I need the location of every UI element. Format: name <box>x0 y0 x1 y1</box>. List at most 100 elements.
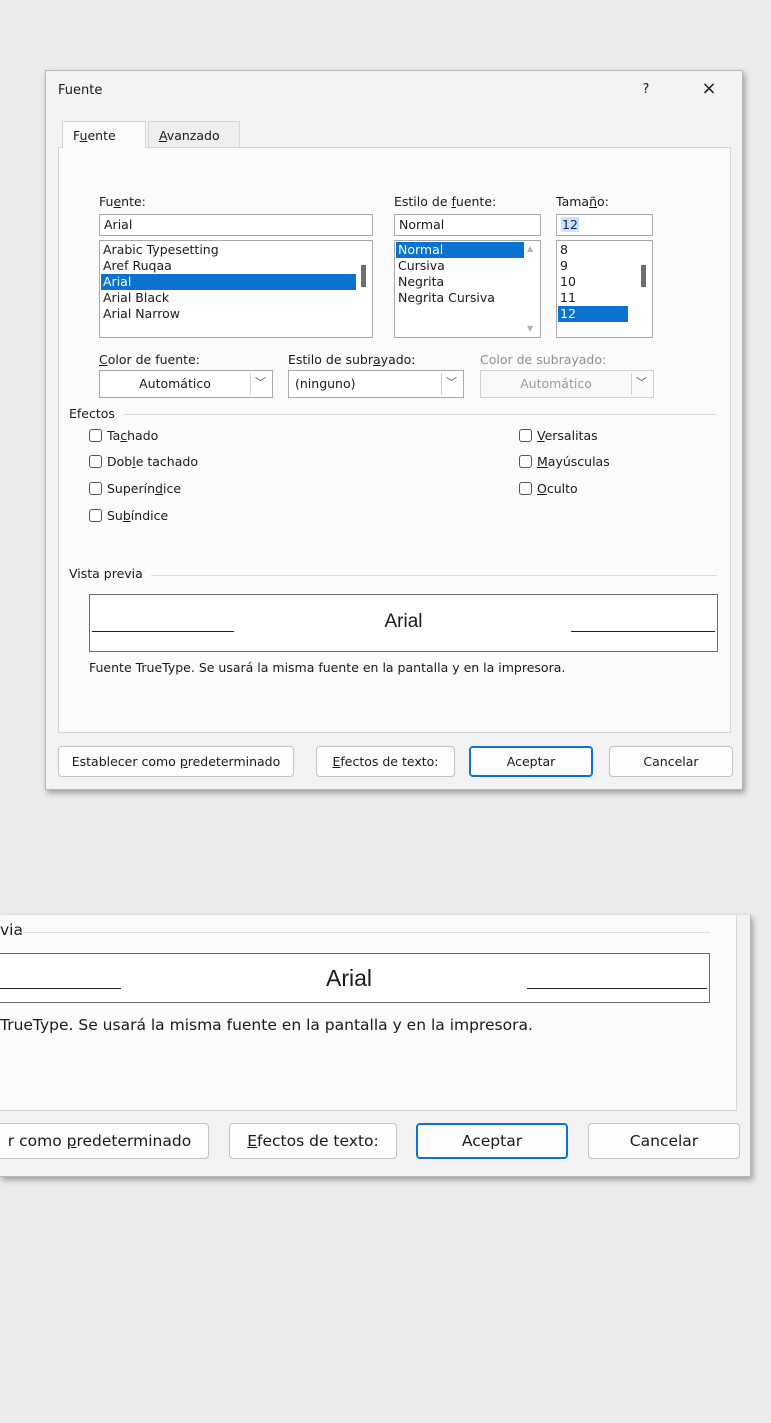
zoomed-ok-button[interactable]: Aceptar <box>416 1123 568 1159</box>
list-item[interactable]: Cursiva <box>396 258 524 274</box>
superscript-checkbox[interactable]: Superíndice <box>89 480 181 498</box>
checkbox-label-key: d <box>155 481 163 496</box>
list-item-selected[interactable]: 12 <box>558 306 628 322</box>
underline-style-select[interactable]: (ninguno) ﹀ <box>288 370 464 398</box>
checkbox-label-key: O <box>537 481 547 496</box>
font-size-list[interactable]: 8 9 10 11 12 <box>556 240 653 338</box>
list-item[interactable]: 8 <box>558 242 628 258</box>
scroll-down-icon[interactable]: ▼ <box>527 324 533 334</box>
list-item[interactable]: 10 <box>558 274 628 290</box>
font-name-list[interactable]: Arabic Typesetting Aref Ruqaa Arial Aria… <box>99 240 373 338</box>
checkbox-box[interactable] <box>89 482 102 495</box>
underline-color-select: Automático ﹀ <box>480 370 654 398</box>
button-label-key: E <box>247 1132 258 1150</box>
checkbox-label-post: hado <box>127 428 159 443</box>
style-list-scrollbar[interactable]: ▲ ▼ <box>524 241 540 337</box>
scroll-up-icon[interactable]: ▲ <box>527 244 533 254</box>
tab-font[interactable]: Fuente <box>62 121 146 148</box>
font-dialog: Fuente ? × Fuente Avanzado Fuente: Arial… <box>45 70 743 790</box>
font-label-pre: Fu <box>99 194 114 209</box>
zoomed-preview-divider <box>20 932 710 933</box>
double-strikethrough-checkbox[interactable]: Doble tachado <box>89 453 198 471</box>
zoomed-panel: via Arial TrueType. Se usará la misma fu… <box>0 915 737 1111</box>
tab-advanced-label-key: A <box>159 128 167 143</box>
list-item[interactable]: Negrita Cursiva <box>396 290 524 306</box>
preview-box: Arial <box>89 594 718 652</box>
font-color-label: Color de fuente: <box>99 352 200 367</box>
list-item[interactable]: 9 <box>558 258 628 274</box>
zoomed-text-effects-button[interactable]: Efectos de texto: <box>229 1123 397 1159</box>
font-size-label-pre: Tama <box>556 194 590 209</box>
preview-note: Fuente TrueType. Se usará la misma fuent… <box>89 660 566 675</box>
cancel-button[interactable]: Cancelar <box>609 746 733 777</box>
list-item[interactable]: Arabic Typesetting <box>101 242 356 258</box>
underline-style-label-pre: Estilo de subr <box>288 352 373 367</box>
effects-title: Efectos <box>69 406 115 421</box>
checkbox-box[interactable] <box>89 429 102 442</box>
list-item[interactable]: Negrita <box>396 274 524 290</box>
size-list-scrollbar[interactable] <box>636 241 652 337</box>
underline-style-label-key: a <box>373 352 381 367</box>
subscript-checkbox[interactable]: Subíndice <box>89 507 168 525</box>
chevron-down-icon: ﹀ <box>631 373 651 395</box>
preview-title: Vista previa <box>69 566 143 581</box>
preview-divider <box>151 575 717 576</box>
zoomed-preview-crop: via Arial TrueType. Se usará la misma fu… <box>0 915 751 1177</box>
close-icon[interactable]: × <box>696 77 722 101</box>
chevron-down-icon[interactable]: ﹀ <box>250 373 270 395</box>
font-label: Fuente: <box>99 194 146 209</box>
checkbox-box[interactable] <box>89 455 102 468</box>
checkbox-box[interactable] <box>519 455 532 468</box>
checkbox-box[interactable] <box>519 429 532 442</box>
underline-style-label: Estilo de subrayado: <box>288 352 416 367</box>
font-list-scrollbar[interactable] <box>356 241 372 337</box>
font-size-input[interactable]: 12 <box>556 214 653 236</box>
list-item-selected[interactable]: Normal <box>396 242 524 258</box>
checkbox-label-post: ersalitas <box>544 428 598 443</box>
font-style-input[interactable]: Normal <box>394 214 541 236</box>
checkbox-label-pre: Dob <box>107 454 133 469</box>
strikethrough-checkbox[interactable]: Tachado <box>89 427 158 445</box>
font-name-input[interactable]: Arial <box>99 214 373 236</box>
zoomed-preview-title: via <box>0 921 23 939</box>
font-style-list[interactable]: Normal Cursiva Negrita Negrita Cursiva ▲… <box>394 240 541 338</box>
zoomed-cancel-button[interactable]: Cancelar <box>588 1123 740 1159</box>
zoomed-set-as-default-button[interactable]: r como predeterminado <box>0 1123 209 1159</box>
font-size-label-post: o: <box>597 194 609 209</box>
hidden-checkbox[interactable]: Oculto <box>519 480 578 498</box>
text-effects-button[interactable]: Efectos de texto: <box>316 746 455 777</box>
ok-button[interactable]: Aceptar <box>469 746 593 777</box>
font-color-label-key: C <box>99 352 108 367</box>
list-item[interactable]: Aref Ruqaa <box>101 258 356 274</box>
font-label-post: nte: <box>121 194 146 209</box>
chevron-down-icon[interactable]: ﹀ <box>441 373 461 395</box>
scrollbar-thumb[interactable] <box>361 265 366 287</box>
tab-advanced[interactable]: Avanzado <box>148 121 240 148</box>
scrollbar-thumb[interactable] <box>641 265 646 287</box>
font-style-label: Estilo de fuente: <box>394 194 496 209</box>
checkbox-label-key: M <box>537 454 548 469</box>
checkbox-box[interactable] <box>89 509 102 522</box>
checkbox-box[interactable] <box>519 482 532 495</box>
button-label-key: p <box>179 754 188 769</box>
checkbox-label-post: culto <box>546 481 578 496</box>
list-item[interactable]: Arial Black <box>101 290 356 306</box>
help-button[interactable]: ? <box>636 79 656 101</box>
dialog-title: Fuente <box>58 83 103 98</box>
button-label-key: p <box>66 1132 77 1150</box>
checkbox-label-pre: Ta <box>107 428 121 443</box>
button-label-post: fectos de texto: <box>340 754 439 769</box>
font-color-select[interactable]: Automático ﹀ <box>99 370 273 398</box>
font-size-label-key: ñ <box>589 194 598 209</box>
list-item[interactable]: 11 <box>558 290 628 306</box>
checkbox-label-key: b <box>122 508 131 523</box>
list-item[interactable]: Arial Narrow <box>101 306 356 322</box>
font-label-key: e <box>113 194 122 209</box>
tab-font-label-post: ente <box>87 128 116 143</box>
small-caps-checkbox[interactable]: Versalitas <box>519 427 598 445</box>
set-as-default-button[interactable]: Establecer como predeterminado <box>58 746 294 777</box>
button-label-post: fectos de texto: <box>257 1132 379 1150</box>
all-caps-checkbox[interactable]: Mayúsculas <box>519 453 610 471</box>
preview-sample-text: Arial <box>384 611 423 632</box>
list-item-selected[interactable]: Arial <box>101 274 356 290</box>
